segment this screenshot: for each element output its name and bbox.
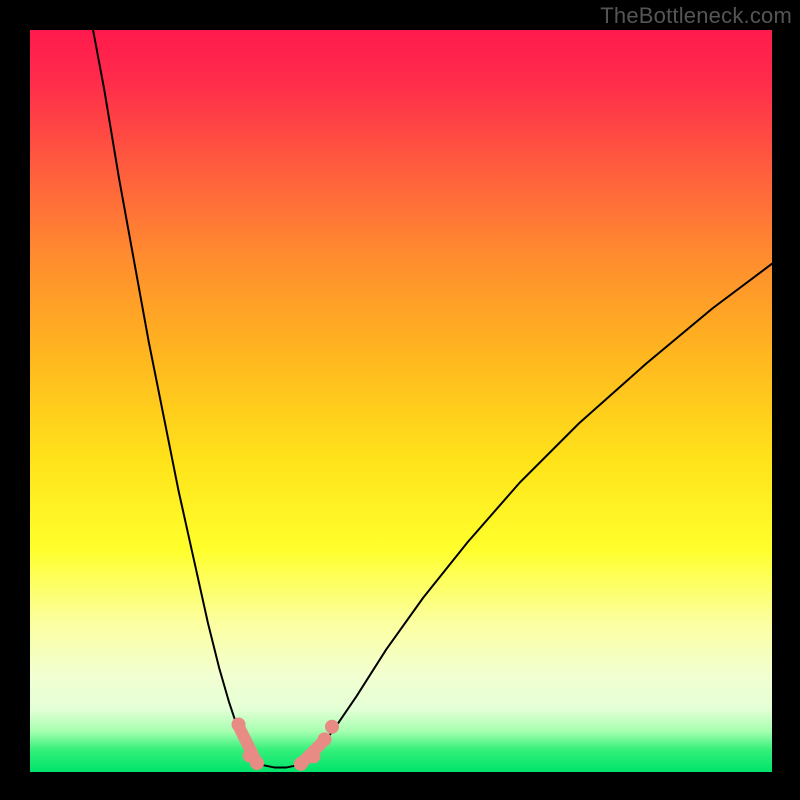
chart-frame: TheBottleneck.com [0, 0, 800, 800]
gradient-background [30, 30, 772, 772]
chart-svg [30, 30, 772, 772]
plot-area [30, 30, 772, 772]
watermark-text: TheBottleneck.com [600, 3, 792, 29]
